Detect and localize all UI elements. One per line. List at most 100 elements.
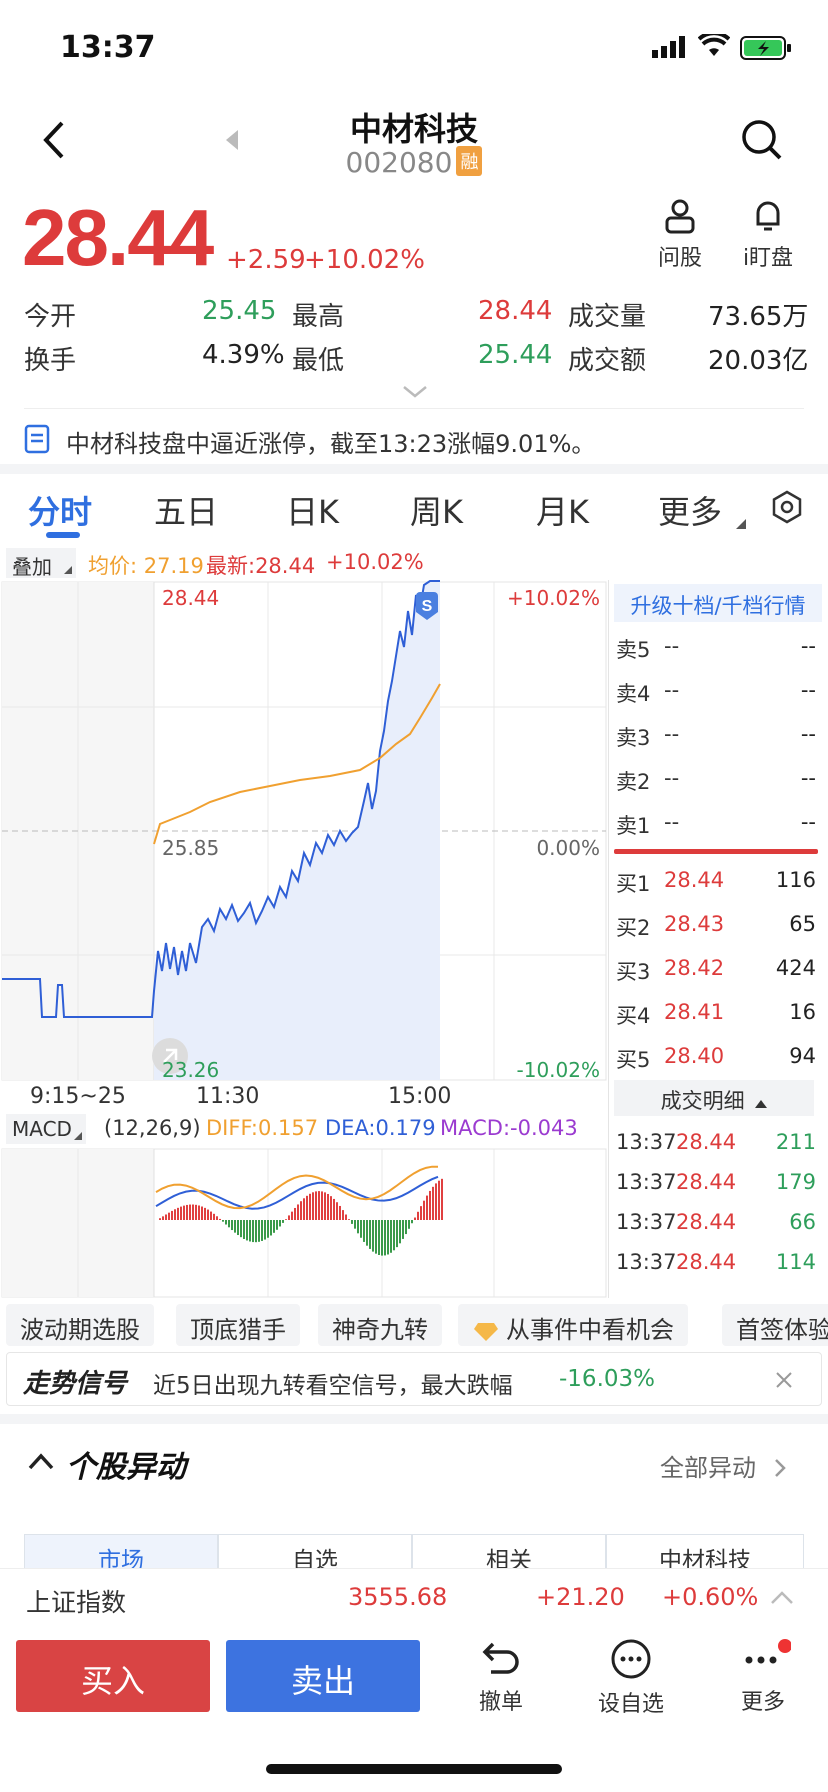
macd-bar [261,1220,263,1241]
macd-bar [357,1220,359,1234]
ellipsis-icon [745,1639,792,1664]
macd-bar [252,1220,254,1243]
turnover-label: 换手 [24,346,77,376]
macd-bar [195,1204,197,1220]
macd-selector[interactable]: MACD [6,1114,86,1144]
buy-button[interactable]: 买入 [16,1640,210,1712]
upgrade-quotes-button[interactable]: 升级十档/千档行情 [614,584,822,622]
macd-bar [222,1220,224,1222]
macd-bar [303,1198,305,1220]
macd-bar [405,1220,407,1235]
macd-bar [399,1220,401,1244]
last-price: 28.44 [22,193,214,282]
tab-intraday[interactable]: 分时 [28,487,92,533]
macd-triangle-icon [74,1132,82,1140]
section-gap-2 [0,1414,828,1424]
turnover-value: 4.39% [202,340,285,370]
undo-icon [482,1642,519,1674]
segment-related[interactable]: 相关 [412,1534,606,1574]
trade-detail-header[interactable]: 成交明细 [614,1080,814,1116]
macd-bar [174,1209,176,1220]
settings-icon[interactable] [770,490,804,528]
add-watchlist-button[interactable]: 设自选 [586,1638,676,1718]
ask-volume: -- [800,634,816,658]
all-movers-link[interactable]: 全部异动 [660,1448,786,1483]
pill-volatility-screener[interactable]: 波动期选股 [6,1304,154,1346]
chevron-right-icon [774,1459,786,1477]
expand-chevron-icon[interactable] [402,384,428,403]
all-movers-label: 全部异动 [660,1454,756,1482]
overlay-button[interactable]: 叠加 [6,548,76,579]
bid-level-label: 买2 [616,916,651,940]
bell-icon [756,201,780,231]
macd-bar [345,1214,347,1220]
macd-bar [237,1220,239,1236]
macd-bar [177,1207,179,1220]
price-change-pct: +10.02% [304,245,425,275]
index-pct: +0.60% [662,1583,759,1611]
signal-bar[interactable]: 走势信号 近5日出现九转看空信号，最大跌幅 -16.03% [6,1352,822,1406]
tab-daily-k[interactable]: 日K [286,487,339,533]
ask-volume: -- [800,810,816,834]
macd-bar [168,1212,170,1220]
tab-more[interactable]: 更多 [658,487,722,533]
macd-bar [162,1216,164,1220]
macd-bar [279,1220,281,1227]
macd-bar [285,1219,287,1220]
more-circle-icon [611,1639,651,1679]
document-icon [24,424,50,454]
wifi-icon [697,31,731,62]
bid-price: 28.43 [664,912,725,936]
segment-stock[interactable]: 中材科技 [606,1534,804,1574]
index-bar[interactable]: 上证指数 3555.68 +21.20 +0.60% [0,1568,828,1628]
macd-bar [294,1207,296,1220]
pill-event-opportunity[interactable]: 从事件中看机会 [458,1304,688,1346]
tab-weekly-k[interactable]: 周K [410,487,463,533]
macd-bar [318,1191,320,1220]
pill-magic-nine[interactable]: 神奇九转 [318,1304,442,1346]
open-label: 今开 [24,302,77,332]
trade-volume: 179 [775,1170,816,1194]
segment-market[interactable]: 市场 [24,1534,218,1574]
collapse-chevron-icon[interactable] [28,1452,54,1474]
macd-bar [366,1220,368,1246]
ask-volume: -- [800,722,816,746]
macd-bar [189,1204,191,1220]
sell-button[interactable]: 卖出 [226,1640,420,1712]
add-watchlist-label: 设自选 [597,1692,664,1717]
trade-volume: 211 [775,1130,816,1154]
ask-level-label: 卖3 [616,726,651,750]
macd-bar [228,1220,230,1228]
notice-bar[interactable]: 中材科技盘中逼近涨停，截至13:23涨幅9.01%。 [24,420,804,464]
watch-button[interactable]: i盯盘 [738,198,798,272]
index-expand-icon[interactable] [770,1591,794,1605]
pill-first-sign[interactable]: 首签体验 [722,1304,828,1346]
trade-time: 13:37 [616,1250,677,1274]
pct-label-top: +10.02% [506,586,600,610]
macd-bar [264,1220,266,1240]
ask-stock-button[interactable]: 问股 [652,198,708,272]
search-icon[interactable] [740,118,784,166]
high-value: 28.44 [478,296,553,326]
pill-top-bottom-hunter[interactable]: 顶底猎手 [176,1304,300,1346]
close-icon[interactable] [775,1371,793,1389]
index-name: 上证指数 [26,1588,127,1617]
macd-bar [171,1210,173,1220]
tab-five-day[interactable]: 五日 [154,487,218,533]
cancel-order-button[interactable]: 撤单 [456,1638,546,1716]
low-label: 最低 [292,346,345,376]
macd-bar [426,1195,428,1220]
segment-watchlist[interactable]: 自选 [218,1534,412,1574]
high-label: 最高 [292,302,345,332]
macd-bar [360,1220,362,1238]
open-value: 25.45 [202,296,277,326]
tab-monthly-k[interactable]: 月K [536,487,589,533]
intraday-chart[interactable]: S [0,580,608,1082]
more-button[interactable]: 更多 [718,1638,808,1716]
macd-bar [207,1209,209,1220]
bid-level-label: 买4 [616,1004,651,1028]
macd-params: (12,26,9) [104,1116,201,1140]
section-gap [0,464,828,474]
bid-level-label: 买1 [616,872,651,896]
macd-bar [417,1211,419,1220]
